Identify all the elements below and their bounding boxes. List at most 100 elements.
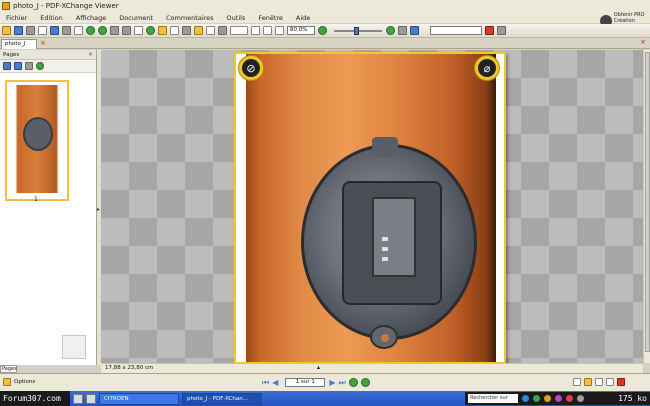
thumb-options-icon[interactable] bbox=[36, 62, 44, 70]
back-icon[interactable] bbox=[86, 26, 95, 35]
hand-icon[interactable] bbox=[62, 26, 71, 35]
page-size-readout: 17,88 x 23,80 cm bbox=[105, 365, 154, 371]
menu-file[interactable]: Fichier bbox=[6, 14, 27, 22]
vertical-scroll-thumb[interactable] bbox=[645, 52, 650, 352]
first-page-icon[interactable]: ⏮ bbox=[262, 378, 269, 387]
zoom-in-icon[interactable] bbox=[386, 26, 395, 35]
options-button[interactable]: Options bbox=[3, 378, 35, 386]
pdf-icon[interactable] bbox=[617, 378, 625, 386]
document-placeholder-icon bbox=[62, 335, 86, 359]
rotate-icon[interactable] bbox=[146, 26, 155, 35]
text-tool-icon[interactable] bbox=[134, 26, 143, 35]
snapshot-icon[interactable] bbox=[170, 26, 179, 35]
pdf-page[interactable]: ⊘ ⌀ bbox=[234, 52, 506, 364]
page-navigation: ⏮ ◀ 1 sur 1 ▶ ⏭ bbox=[262, 378, 373, 387]
highlight-icon[interactable] bbox=[158, 26, 167, 35]
title-bar: photo_J - PDF-XChange Viewer bbox=[0, 0, 650, 12]
last-page-icon[interactable]: ⏭ bbox=[339, 378, 346, 387]
page-thumbnail[interactable] bbox=[5, 80, 69, 201]
quicklaunch-icon-2[interactable] bbox=[86, 393, 96, 404]
page-counter-input[interactable]: 1 sur 1 bbox=[285, 378, 326, 387]
system-tray: Rechercher sur le... 175 ko bbox=[465, 392, 650, 406]
note-icon[interactable] bbox=[194, 26, 203, 35]
tray-clock: 175 ko bbox=[618, 394, 647, 403]
menu-document[interactable]: Document bbox=[119, 14, 153, 22]
options-label: Options bbox=[14, 379, 36, 385]
facing-view-icon[interactable] bbox=[595, 378, 603, 386]
thumb-print-icon[interactable] bbox=[25, 62, 33, 70]
search-icon[interactable] bbox=[485, 26, 494, 35]
zoom-slider[interactable] bbox=[334, 26, 382, 35]
vertical-scrollbar[interactable] bbox=[643, 50, 650, 363]
undo-icon[interactable] bbox=[110, 26, 119, 35]
panel-close-icon[interactable]: × bbox=[88, 50, 93, 60]
pages-panel-header: Pages × bbox=[0, 50, 96, 60]
splitter-grip-icon[interactable]: ▸ bbox=[97, 206, 100, 213]
prev-page-icon[interactable]: ◀ bbox=[272, 378, 278, 387]
menu-view[interactable]: Affichage bbox=[76, 14, 107, 22]
pages-bottom-tab[interactable]: Pages bbox=[0, 365, 17, 373]
zoom-mode-select[interactable] bbox=[230, 26, 248, 35]
taskbar-item-pdf-viewer[interactable]: photo_J - PDF-XChan... bbox=[182, 392, 262, 405]
page-thumbnail-image bbox=[10, 85, 64, 193]
save-icon[interactable] bbox=[14, 26, 23, 35]
menu-comments[interactable]: Commentaires bbox=[166, 14, 214, 22]
quicklaunch-icon-1[interactable] bbox=[73, 393, 83, 404]
zoom-input[interactable]: 80,0% bbox=[287, 26, 315, 35]
zoom-tool-icon[interactable] bbox=[218, 26, 227, 35]
thumb-zoom-out-icon[interactable] bbox=[14, 62, 22, 70]
options-icon[interactable] bbox=[497, 26, 506, 35]
toolbar-search-input[interactable] bbox=[430, 26, 482, 35]
zoom-out-icon[interactable] bbox=[318, 26, 327, 35]
menu-window[interactable]: Fenêtre bbox=[258, 14, 283, 22]
continuous-view-icon[interactable] bbox=[584, 378, 592, 386]
redo-icon[interactable] bbox=[122, 26, 131, 35]
menu-edit[interactable]: Edition bbox=[40, 14, 63, 22]
tray-antivirus-icon[interactable] bbox=[566, 395, 573, 402]
nav-forward-icon[interactable] bbox=[360, 378, 370, 387]
taskbar: Forum307.com CITROEN photo_J - PDF-XChan… bbox=[0, 391, 650, 406]
horizontal-scrollbar[interactable]: 17,88 x 23,80 cm ▴ bbox=[101, 363, 643, 373]
select-icon[interactable] bbox=[74, 26, 83, 35]
app-icon bbox=[2, 2, 10, 10]
thumb-zoom-in-icon[interactable] bbox=[3, 62, 11, 70]
tray-network-icon[interactable] bbox=[522, 395, 529, 402]
pages-panel-toolbar bbox=[0, 60, 96, 73]
fit-width-icon[interactable] bbox=[263, 26, 272, 35]
tray-security-icon[interactable] bbox=[533, 395, 540, 402]
tab-close-icon[interactable]: × bbox=[40, 39, 46, 47]
menu-tools[interactable]: Outils bbox=[227, 14, 246, 22]
document-tab-bar: photo_J × × bbox=[0, 38, 650, 49]
tray-messenger-icon[interactable] bbox=[555, 395, 562, 402]
snap-right-icon[interactable]: ⌀ bbox=[474, 55, 500, 81]
close-document-icon[interactable]: × bbox=[640, 38, 646, 46]
actual-size-icon[interactable] bbox=[206, 26, 215, 35]
print-icon[interactable] bbox=[26, 26, 35, 35]
typewriter-icon[interactable] bbox=[182, 26, 191, 35]
nav-back-icon[interactable] bbox=[348, 378, 358, 387]
links-icon[interactable] bbox=[410, 26, 419, 35]
email-icon[interactable] bbox=[38, 26, 47, 35]
hscroll-grip-icon[interactable]: ▴ bbox=[317, 364, 320, 371]
snap-left-icon[interactable]: ⊘ bbox=[238, 55, 264, 81]
tray-volume-icon[interactable] bbox=[577, 395, 584, 402]
photo-connector bbox=[301, 137, 477, 349]
taskbar-search-input[interactable]: Rechercher sur le... bbox=[468, 394, 518, 406]
zoom-slider-knob[interactable] bbox=[354, 26, 359, 35]
taskbar-item-citroen[interactable]: CITROEN bbox=[99, 392, 179, 405]
watermark-start[interactable]: Forum307.com bbox=[0, 391, 70, 406]
open-icon[interactable] bbox=[2, 26, 11, 35]
view-mode-buttons bbox=[573, 378, 628, 386]
properties-icon[interactable] bbox=[50, 26, 59, 35]
continuous-facing-view-icon[interactable] bbox=[606, 378, 614, 386]
tab-photo[interactable]: photo_J bbox=[1, 39, 37, 49]
forward-icon[interactable] bbox=[98, 26, 107, 35]
menu-help[interactable]: Aide bbox=[296, 14, 310, 22]
tray-update-icon[interactable] bbox=[544, 395, 551, 402]
fit-visible-icon[interactable] bbox=[275, 26, 284, 35]
fit-page-icon[interactable] bbox=[251, 26, 260, 35]
next-page-icon[interactable]: ▶ bbox=[329, 378, 335, 387]
single-page-view-icon[interactable] bbox=[573, 378, 581, 386]
menu-bar: Fichier Edition Affichage Document Comme… bbox=[0, 12, 650, 23]
comments-icon[interactable] bbox=[398, 26, 407, 35]
